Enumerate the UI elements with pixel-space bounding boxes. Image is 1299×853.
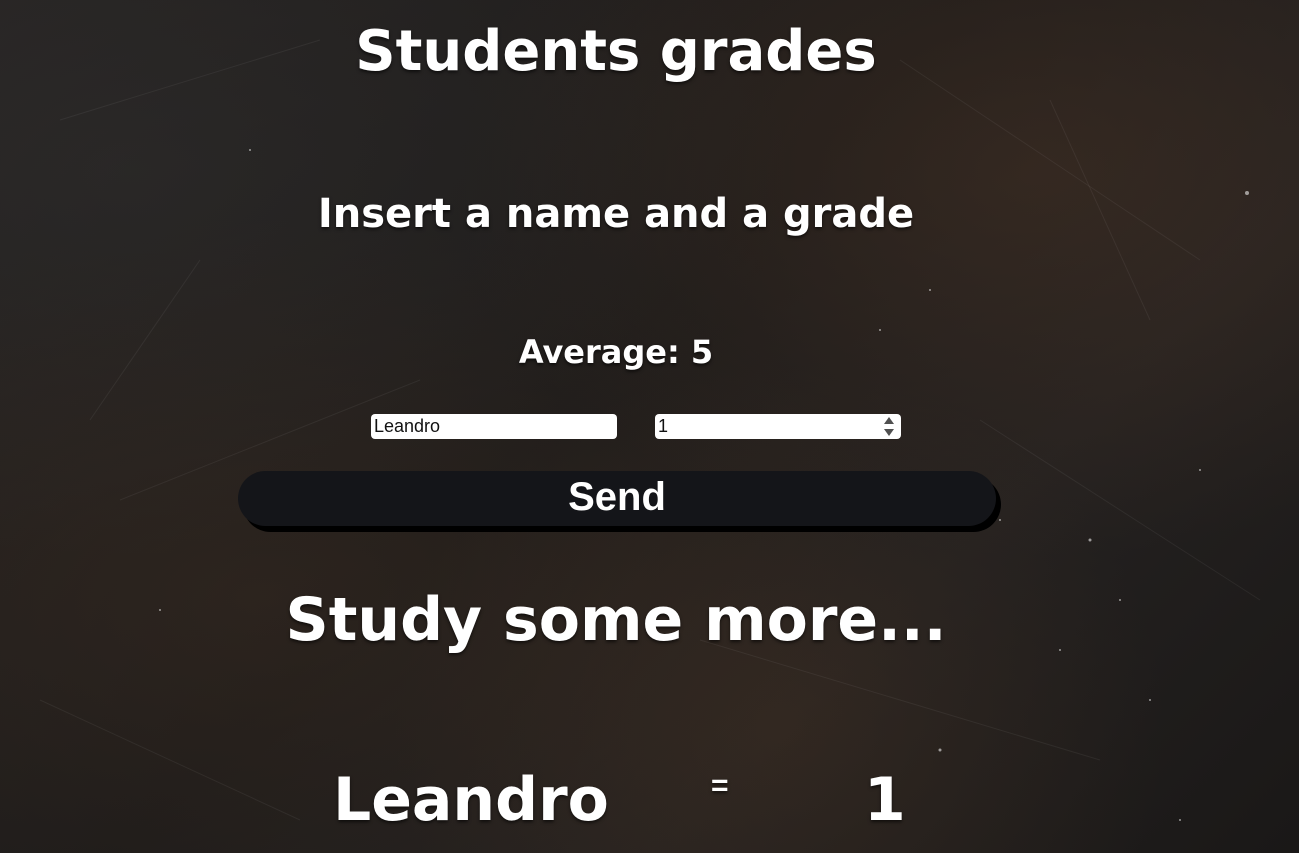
result-message: Study some more... xyxy=(285,585,947,655)
chevron-down-icon[interactable] xyxy=(884,429,894,436)
result-separator: = xyxy=(711,769,729,802)
average-display: Average: 5 xyxy=(0,332,1232,372)
send-button[interactable]: Send xyxy=(238,471,996,526)
name-input[interactable]: Leandro xyxy=(371,414,617,439)
average-label: Average: xyxy=(518,333,680,371)
background-texture xyxy=(39,39,1261,821)
page-subtitle: Insert a name and a grade xyxy=(317,191,915,237)
grade-input-value: 1 xyxy=(658,416,669,436)
grade-spinner[interactable] xyxy=(882,417,896,436)
average-value: 5 xyxy=(690,333,714,371)
grade-input[interactable]: 1 xyxy=(655,414,901,439)
result-grade: 1 xyxy=(864,765,906,835)
chevron-up-icon[interactable] xyxy=(884,417,894,424)
page-title: Students grades xyxy=(355,19,877,84)
result-student-name: Leandro xyxy=(333,765,609,835)
